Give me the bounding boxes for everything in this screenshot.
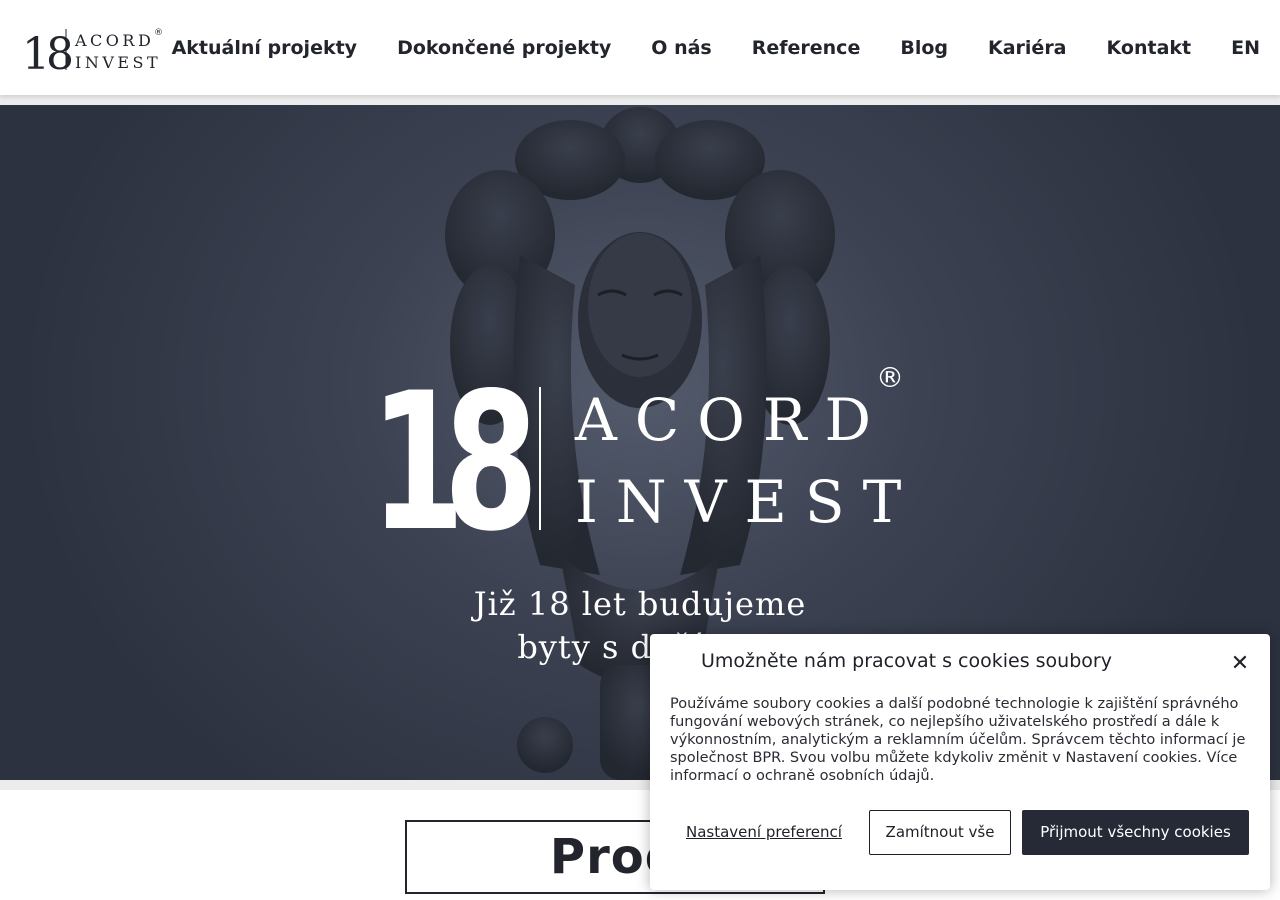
- cookie-preferences-button[interactable]: Nastavení preferencí: [686, 823, 842, 841]
- cookie-dialog-title: Umožněte nám pracovat s cookies soubory: [701, 650, 1112, 672]
- hero-tagline-line1: Již 18 let budujeme: [473, 585, 807, 623]
- close-icon[interactable]: ✕: [1226, 650, 1254, 678]
- nav-item-kontakt[interactable]: Kontakt: [1107, 37, 1192, 59]
- nav-item-o-nas[interactable]: O nás: [651, 37, 711, 59]
- nav-item-aktualni-projekty[interactable]: Aktuální projekty: [172, 37, 357, 59]
- site-header: 18 ACORD INVEST ® Aktuální projekty Doko…: [0, 0, 1280, 95]
- hero-logo-registered: ®: [876, 361, 904, 394]
- logo-number: 18: [22, 29, 72, 72]
- hero-logo-line1: ACORD: [574, 386, 889, 454]
- hero-logo-line2: INVEST: [575, 468, 910, 535]
- nav-item-dokoncene-projekty[interactable]: Dokončené projekty: [397, 37, 611, 59]
- main-nav: Aktuální projekty Dokončené projekty O n…: [132, 0, 1260, 95]
- nav-item-kariera[interactable]: Kariéra: [988, 37, 1067, 59]
- nav-item-reference[interactable]: Reference: [752, 37, 861, 59]
- hero-brand-logo: 18 ACORD INVEST ®: [370, 360, 910, 535]
- language-switch-en[interactable]: EN: [1231, 37, 1260, 59]
- cookie-accept-all-button[interactable]: Přijmout všechny cookies: [1022, 810, 1249, 855]
- cookie-reject-all-button[interactable]: Zamítnout vše: [869, 810, 1011, 855]
- cookie-consent-dialog: Umožněte nám pracovat s cookies soubory …: [650, 634, 1270, 890]
- nav-item-blog[interactable]: Blog: [900, 37, 948, 59]
- cookie-dialog-text: Používáme soubory cookies a další podobn…: [670, 696, 1246, 784]
- hero-logo-number: 18: [370, 360, 530, 535]
